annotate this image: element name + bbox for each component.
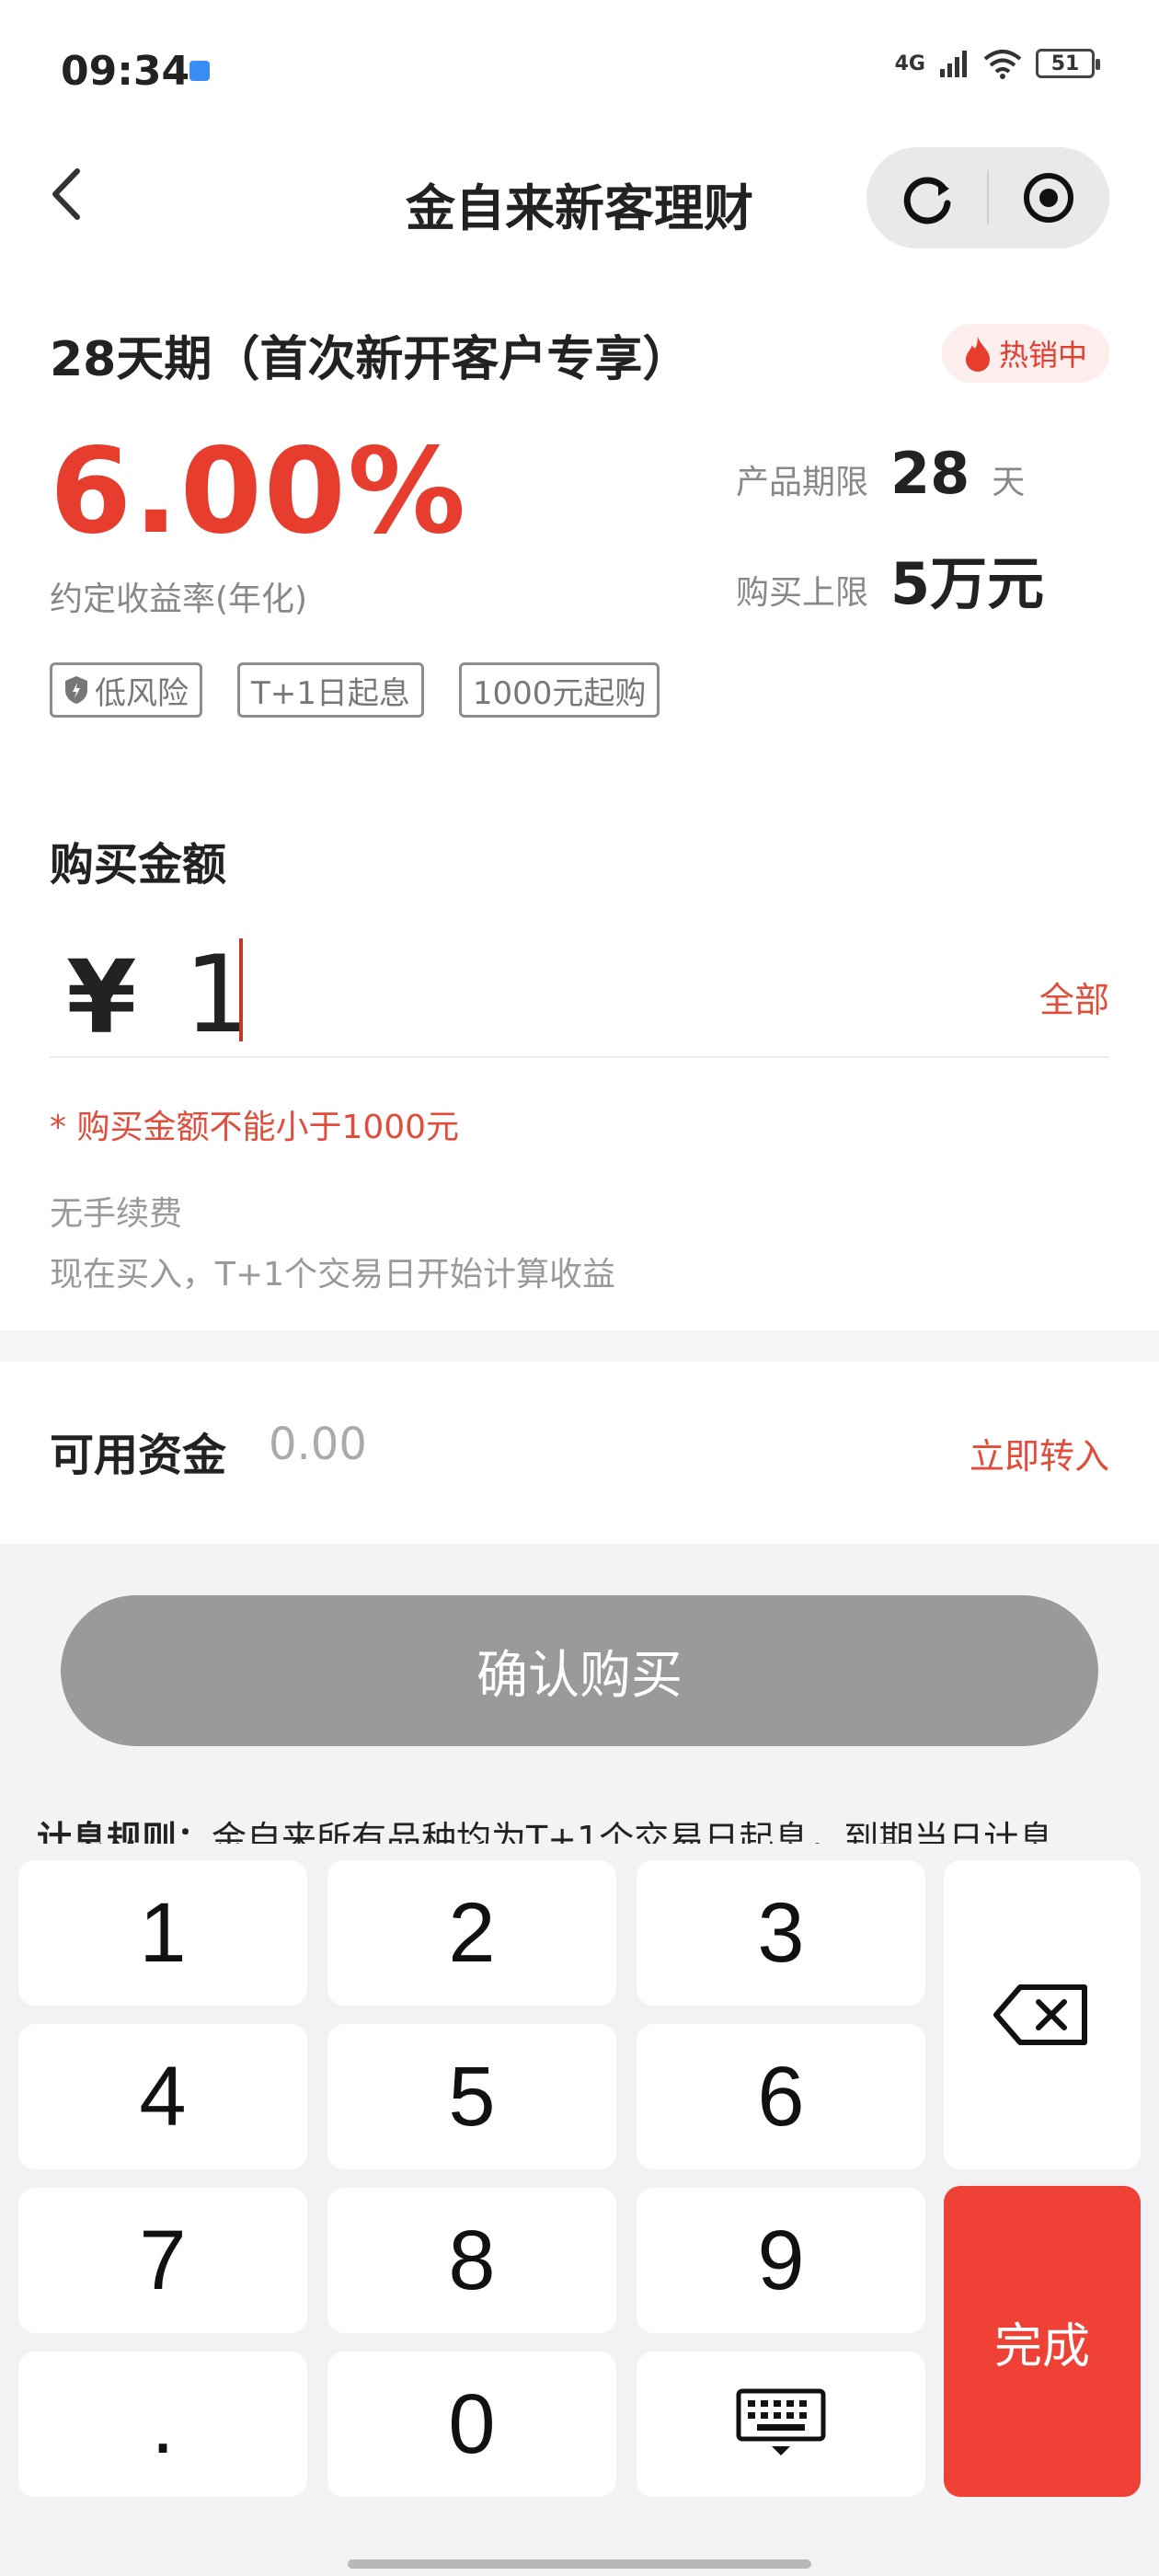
shield-icon xyxy=(65,676,87,704)
numeric-keyboard: 1 2 3 4 5 6 7 8 9 . 0 完成 xyxy=(0,1857,1159,2576)
backspace-key[interactable] xyxy=(944,1860,1141,2169)
available-label: 可用资金 xyxy=(50,1430,227,1481)
close-miniprogram-button[interactable] xyxy=(989,147,1109,248)
section-divider xyxy=(0,1330,1159,1362)
target-icon xyxy=(1024,173,1074,223)
confirm-purchase-button[interactable]: 确认购买 xyxy=(61,1595,1098,1746)
header: 金自来新客理财 xyxy=(0,138,1159,258)
tag-label: 低风险 xyxy=(95,674,189,712)
status-time: 09:34 xyxy=(61,48,190,95)
refresh-icon xyxy=(903,177,950,224)
text-cursor xyxy=(239,938,243,1041)
currency-symbol: ¥ xyxy=(66,938,137,1056)
start-note: 现在买入，T+1个交易日开始计算收益 xyxy=(50,1256,616,1294)
term-label: 产品期限 xyxy=(736,464,869,501)
flame-icon xyxy=(965,337,990,372)
term-row: 产品期限 28 天 xyxy=(736,440,1025,507)
limit-label: 购买上限 xyxy=(736,574,869,612)
key-2[interactable]: 2 xyxy=(327,1860,616,2006)
hot-badge-label: 热销中 xyxy=(998,338,1087,373)
tag-low-risk: 低风险 xyxy=(50,662,202,718)
annual-rate: 6.00% xyxy=(50,423,468,560)
purchase-title: 购买金额 xyxy=(50,839,227,891)
term-value: 28 xyxy=(890,440,970,507)
key-0[interactable]: 0 xyxy=(327,2352,616,2497)
term-unit: 天 xyxy=(992,464,1026,501)
product-title: 28天期（首次新开客户专享） xyxy=(50,332,691,387)
key-4[interactable]: 4 xyxy=(18,2024,307,2169)
limit-row: 购买上限 5万元 xyxy=(736,537,1044,620)
rules-label: 计息规则： xyxy=(37,1819,212,1844)
key-3[interactable]: 3 xyxy=(637,1860,925,2006)
product-card: 28天期（首次新开客户专享） 热销中 6.00% 约定收益率(年化) 产品期限 … xyxy=(50,313,1109,745)
tag-label: 1000元起购 xyxy=(472,674,647,712)
key-9[interactable]: 9 xyxy=(637,2188,925,2333)
fee-note: 无手续费 xyxy=(50,1195,183,1233)
app-notification-icon xyxy=(189,61,210,81)
key-6[interactable]: 6 xyxy=(637,2024,925,2169)
mini-program-capsule xyxy=(866,147,1109,248)
interest-rules: 计息规则：金自来所有品种均为T+1个交易日起息，到期当日计息 xyxy=(37,1811,1141,1844)
status-indicators: 4G 51 xyxy=(894,48,1100,79)
rate-label: 约定收益率(年化) xyxy=(50,581,308,618)
amount-field[interactable]: ¥ 1 全部 xyxy=(50,920,1109,1058)
key-8[interactable]: 8 xyxy=(327,2188,616,2333)
available-value: 0.00 xyxy=(269,1419,367,1470)
key-5[interactable]: 5 xyxy=(327,2024,616,2169)
amount-error: * 购买金额不能小于1000元 xyxy=(50,1109,460,1146)
battery-level: 51 xyxy=(1050,52,1080,75)
transfer-in-link[interactable]: 立即转入 xyxy=(970,1428,1109,1478)
home-indicator[interactable] xyxy=(348,2559,811,2569)
key-7[interactable]: 7 xyxy=(18,2188,307,2333)
signal-icon xyxy=(940,51,967,77)
backspace-icon xyxy=(993,1984,1087,2045)
tag-start-date: T+1日起息 xyxy=(237,662,424,718)
rules-text: 金自来所有品种均为T+1个交易日起息，到期当日计息 xyxy=(212,1819,1054,1844)
product-tags: 低风险 T+1日起息 1000元起购 xyxy=(50,662,660,718)
keyboard-icon xyxy=(736,2388,826,2455)
status-bar: 09:34 4G 51 xyxy=(0,0,1159,138)
network-label: 4G xyxy=(894,52,925,75)
limit-value: 5万元 xyxy=(890,550,1045,617)
key-decimal[interactable]: . xyxy=(18,2352,307,2497)
battery-icon: 51 xyxy=(1036,49,1100,78)
key-1[interactable]: 1 xyxy=(18,1860,307,2006)
hot-badge: 热销中 xyxy=(941,324,1109,383)
available-funds: 可用资金 0.00 立即转入 xyxy=(50,1362,1109,1544)
done-key[interactable]: 完成 xyxy=(944,2186,1141,2497)
hide-keyboard-key[interactable] xyxy=(637,2352,925,2497)
wifi-icon xyxy=(983,50,1022,79)
tag-label: T+1日起息 xyxy=(251,674,410,712)
all-amount-link[interactable]: 全部 xyxy=(1039,972,1109,1022)
tag-min-purchase: 1000元起购 xyxy=(458,662,660,718)
refresh-button[interactable] xyxy=(866,147,987,248)
purchase-section: 购买金额 ¥ 1 全部 * 购买金额不能小于1000元 无手续费 现在买入，T+… xyxy=(50,828,1109,1325)
